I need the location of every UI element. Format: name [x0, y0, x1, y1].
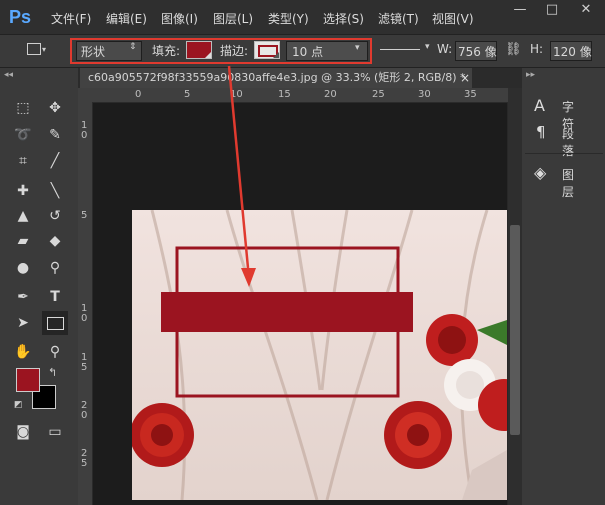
top-ruler: [78, 88, 522, 103]
ruler-tick-label: 0: [81, 410, 88, 421]
crop-tool-icon[interactable]: ⌗: [14, 152, 32, 170]
ruler-tick-label: 0: [135, 89, 142, 100]
chevron-down-icon: ▾: [425, 42, 430, 52]
hand-tool-icon[interactable]: ✋: [14, 343, 32, 361]
ruler-tick-label: 5: [184, 89, 191, 100]
collapse-toolbar-icon[interactable]: ◂◂: [4, 70, 13, 80]
document-tab[interactable]: c60a905572f98f33559a90830affe4e3.jpg @ 3…: [80, 68, 472, 88]
close-tab-button[interactable]: ×: [460, 71, 470, 85]
tool-preset-picker[interactable]: ▾: [25, 41, 47, 57]
marquee-tool-icon[interactable]: ⬚: [14, 99, 32, 117]
menu-view[interactable]: 视图(V): [432, 10, 474, 27]
menu-filter[interactable]: 滤镜(T): [378, 10, 419, 27]
ruler-tick-label: 0: [81, 130, 88, 141]
ruler-tick-label: 5: [81, 210, 88, 221]
ruler-tick-label: 25: [372, 89, 385, 100]
ruler-tick-label: 15: [278, 89, 291, 100]
ruler-tick-label: 10: [230, 89, 243, 100]
pen-tool-icon[interactable]: ✒: [14, 288, 32, 306]
annotation-highlight-box: [70, 38, 372, 64]
paragraph-icon: ¶: [536, 123, 546, 141]
scrollbar-thumb[interactable]: [510, 225, 520, 435]
menu-edit[interactable]: 编辑(E): [106, 10, 147, 27]
width-input[interactable]: 756 像: [455, 41, 497, 61]
width-label: W:: [437, 42, 453, 56]
default-colors-icon[interactable]: ◩: [14, 400, 23, 410]
healing-brush-tool-icon[interactable]: ✚: [14, 182, 32, 200]
stroke-line-icon: [380, 49, 420, 50]
dodge-tool-icon[interactable]: ⚲: [46, 259, 64, 277]
paint-bucket-tool-icon[interactable]: ◆: [46, 232, 64, 250]
menu-type[interactable]: 类型(Y): [268, 10, 309, 27]
character-icon: A: [534, 96, 545, 115]
height-value: 120 像: [553, 45, 592, 59]
eraser-tool-icon[interactable]: ▰: [14, 232, 32, 250]
rectangle-tool-icon: [47, 317, 64, 330]
menu-image[interactable]: 图像(I): [161, 10, 198, 27]
close-window-button[interactable]: ✕: [570, 0, 602, 20]
ruler-tick-label: 35: [464, 89, 477, 100]
document-image[interactable]: [132, 210, 507, 500]
maximize-button[interactable]: □: [537, 0, 567, 20]
menu-layer[interactable]: 图层(L): [213, 10, 253, 27]
brush-tool-icon[interactable]: ╲: [46, 182, 64, 200]
rectangle-preset-icon: [27, 43, 41, 55]
height-input[interactable]: 120 像: [550, 41, 592, 61]
stamp-tool-icon[interactable]: ▲: [14, 207, 32, 225]
type-tool-icon[interactable]: T: [46, 288, 64, 306]
lasso-tool-icon[interactable]: ➰: [14, 126, 32, 144]
panel-label: 图层: [562, 168, 575, 199]
expand-panels-icon[interactable]: ▸▸: [526, 70, 535, 80]
foreground-color-swatch[interactable]: [16, 368, 40, 392]
history-brush-tool-icon[interactable]: ↺: [46, 207, 64, 225]
quick-select-tool-icon[interactable]: ✎: [46, 126, 64, 144]
menu-select[interactable]: 选择(S): [323, 10, 364, 27]
minimize-button[interactable]: —: [505, 0, 535, 20]
quick-mask-icon[interactable]: ◙: [14, 423, 32, 441]
ruler-tick-label: 0: [81, 313, 88, 324]
stroke-type-dropdown[interactable]: ▾: [376, 41, 436, 59]
rose-bottom-left: [132, 403, 194, 467]
height-label: H:: [530, 42, 544, 56]
document-tab-title: c60a905572f98f33559a90830affe4e3.jpg @ 3…: [88, 71, 466, 84]
photoshop-logo: Ps: [9, 7, 32, 27]
blur-tool-icon[interactable]: ●: [14, 259, 32, 277]
screen-mode-icon[interactable]: ▭: [46, 423, 64, 441]
eyedropper-tool-icon[interactable]: ╱: [46, 152, 64, 170]
panel-divider: [525, 153, 603, 154]
link-icon[interactable]: ⛓: [505, 42, 522, 57]
path-select-tool-icon[interactable]: ➤: [14, 314, 32, 332]
ruler-tick-label: 30: [418, 89, 431, 100]
tools-panel: [0, 68, 78, 505]
ruler-tick-label: 5: [81, 458, 88, 469]
photo-content: [132, 210, 507, 500]
menu-file[interactable]: 文件(F): [51, 10, 91, 27]
chevron-down-icon: ▾: [42, 45, 47, 54]
rose-bottom-center: [384, 401, 452, 469]
layers-icon: ◈: [534, 163, 547, 182]
rectangle-tool-button[interactable]: [42, 311, 68, 335]
ruler-tick-label: 5: [81, 362, 88, 373]
move-tool-icon[interactable]: ✥: [46, 99, 64, 117]
swap-colors-icon[interactable]: ↰: [48, 366, 57, 379]
ruler-tick-label: 20: [324, 89, 337, 100]
width-value: 756 像: [458, 45, 497, 59]
zoom-tool-icon[interactable]: ⚲: [46, 343, 64, 361]
